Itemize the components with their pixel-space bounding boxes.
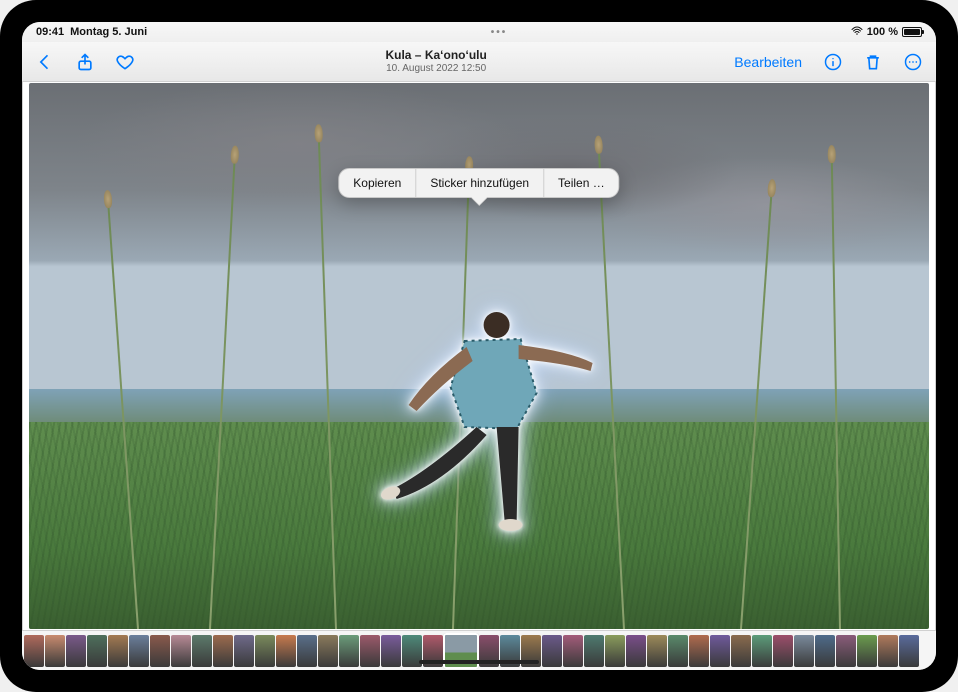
status-date: Montag 5. Juni [70,26,147,38]
thumbnail[interactable] [255,635,275,667]
context-share[interactable]: Teilen … [543,169,619,197]
thumbnail[interactable] [339,635,359,667]
thumbnail[interactable] [500,635,520,667]
thumbnail[interactable] [773,635,793,667]
battery-icon [902,27,922,37]
thumbnail[interactable] [87,635,107,667]
status-time: 09:41 [36,26,64,38]
thumbnail[interactable] [521,635,541,667]
photo-subject-selection[interactable] [369,301,609,561]
thumbnail-strip[interactable] [22,630,936,670]
thumbnail[interactable] [668,635,688,667]
thumbnail[interactable] [402,635,422,667]
thumbnail[interactable] [171,635,191,667]
subject-context-menu: Kopieren Sticker hinzufügen Teilen … [338,168,619,198]
thumbnail[interactable] [752,635,772,667]
photo-title: Kula – Kaʻonoʻulu [138,48,734,62]
photo-image [29,83,929,629]
thumbnail[interactable] [710,635,730,667]
thumbnail[interactable] [213,635,233,667]
thumbnail[interactable] [297,635,317,667]
thumbnail[interactable] [66,635,86,667]
back-button[interactable] [32,49,58,75]
wifi-icon [851,26,863,39]
thumbnail[interactable] [857,635,877,667]
favorite-button[interactable] [112,49,138,75]
thumbnail[interactable] [878,635,898,667]
thumbnail[interactable] [276,635,296,667]
photo-subtitle: 10. August 2022 12:50 [138,63,734,75]
multitask-dots-icon[interactable]: ••• [491,27,508,38]
thumbnail[interactable] [836,635,856,667]
thumbnail[interactable] [479,635,499,667]
delete-button[interactable] [860,49,886,75]
share-button[interactable] [72,49,98,75]
more-button[interactable] [900,49,926,75]
battery-text: 100 % [867,26,898,38]
thumbnail[interactable] [45,635,65,667]
thumbnail[interactable] [899,635,919,667]
thumbnail[interactable] [192,635,212,667]
thumbnail-selected[interactable] [444,634,478,668]
edit-button[interactable]: Bearbeiten [734,54,802,70]
thumbnail[interactable] [794,635,814,667]
thumbnail[interactable] [731,635,751,667]
thumbnail[interactable] [150,635,170,667]
thumbnail[interactable] [584,635,604,667]
thumbnail[interactable] [318,635,338,667]
thumbnail[interactable] [563,635,583,667]
thumbnail[interactable] [626,635,646,667]
thumbnail[interactable] [360,635,380,667]
thumbnail[interactable] [129,635,149,667]
thumbnail[interactable] [689,635,709,667]
context-add-sticker[interactable]: Sticker hinzufügen [415,169,543,197]
screen: 09:41 Montag 5. Juni ••• 100 % [22,22,936,670]
context-copy[interactable]: Kopieren [339,169,415,197]
thumbnail[interactable] [605,635,625,667]
info-button[interactable] [820,49,846,75]
toolbar: Kula – Kaʻonoʻulu 10. August 2022 12:50 … [22,42,936,82]
thumbnail[interactable] [234,635,254,667]
thumbnail[interactable] [381,635,401,667]
thumbnail[interactable] [542,635,562,667]
thumbnail[interactable] [108,635,128,667]
thumbnail[interactable] [423,635,443,667]
thumbnail[interactable] [24,635,44,667]
ipad-frame: 09:41 Montag 5. Juni ••• 100 % [0,0,958,692]
thumbnail[interactable] [815,635,835,667]
status-bar: 09:41 Montag 5. Juni ••• 100 % [22,22,936,42]
thumbnail[interactable] [647,635,667,667]
photo-viewer[interactable]: Kopieren Sticker hinzufügen Teilen … [22,82,936,630]
